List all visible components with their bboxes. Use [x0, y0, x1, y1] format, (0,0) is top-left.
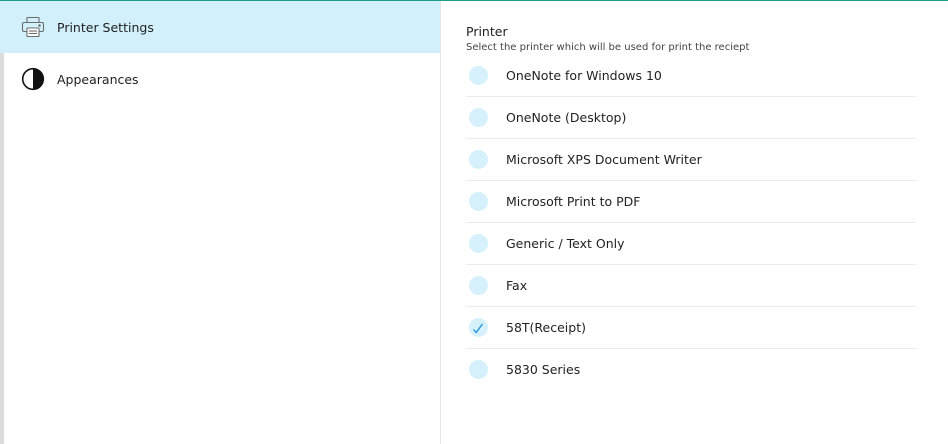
radio-button[interactable] [469, 276, 488, 295]
radio-button[interactable] [469, 108, 488, 127]
section-title: Printer [466, 24, 508, 39]
section-subtitle: Select the printer which will be used fo… [466, 42, 750, 53]
radio-button[interactable] [469, 66, 488, 85]
printer-option[interactable]: OneNote for Windows 10 [466, 55, 916, 97]
checkmark-icon [473, 323, 484, 334]
printer-option[interactable]: 5830 Series [466, 349, 916, 390]
printer-name: 5830 Series [506, 362, 581, 377]
printer-name: Microsoft Print to PDF [506, 194, 641, 209]
radio-button[interactable] [469, 150, 488, 169]
printer-icon [20, 14, 46, 40]
printer-option[interactable]: Fax [466, 265, 916, 307]
radio-button[interactable] [469, 234, 488, 253]
sidebar-item-appearances[interactable]: Appearances [0, 53, 440, 105]
sidebar: Printer Settings Appearances [0, 1, 441, 444]
printer-name: OneNote for Windows 10 [506, 68, 662, 83]
radio-button[interactable] [469, 360, 488, 379]
settings-window: Printer Settings Appearances Printer Sel… [0, 0, 948, 444]
sidebar-item-printer-settings[interactable]: Printer Settings [0, 1, 440, 53]
printer-option[interactable]: Microsoft XPS Document Writer [466, 139, 916, 181]
printer-option[interactable]: Microsoft Print to PDF [466, 181, 916, 223]
printer-option[interactable]: Generic / Text Only [466, 223, 916, 265]
printer-option-selected[interactable]: 58T(Receipt) [466, 307, 916, 349]
printer-option[interactable]: OneNote (Desktop) [466, 97, 916, 139]
printer-name: OneNote (Desktop) [506, 110, 627, 125]
radio-button[interactable] [469, 192, 488, 211]
printer-list: OneNote for Windows 10 OneNote (Desktop)… [466, 55, 916, 390]
radio-button-checked[interactable] [469, 318, 488, 337]
printer-name: Generic / Text Only [506, 236, 625, 251]
printer-name: Microsoft XPS Document Writer [506, 152, 702, 167]
sidebar-item-label: Printer Settings [57, 19, 154, 35]
printer-name: Fax [506, 278, 528, 293]
sidebar-item-label: Appearances [57, 71, 139, 87]
printer-settings-panel: Printer Select the printer which will be… [441, 1, 948, 444]
printer-name: 58T(Receipt) [506, 320, 586, 335]
contrast-icon [20, 66, 46, 92]
